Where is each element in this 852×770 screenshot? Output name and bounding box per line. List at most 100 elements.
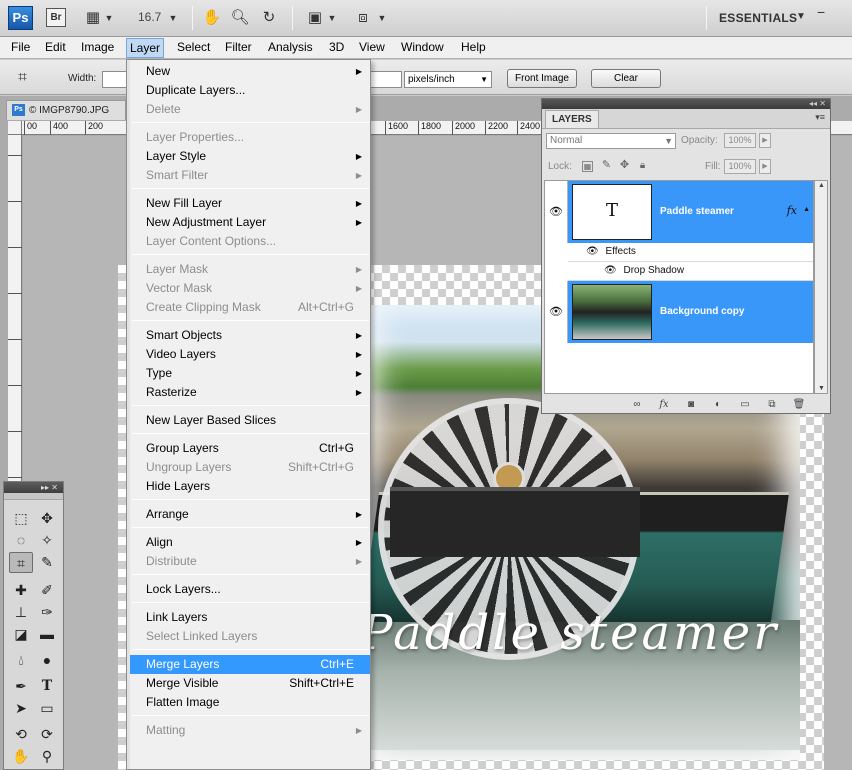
menu-view[interactable]: View: [357, 40, 387, 54]
blur-tool-icon[interactable]: 💧︎: [9, 650, 33, 671]
zoom-tool-icon[interactable]: ⚲: [35, 746, 59, 767]
bridge-button[interactable]: Br: [46, 8, 66, 27]
eraser-tool-icon[interactable]: ◪: [9, 624, 33, 645]
visibility-eye-icon[interactable]: 👁︎: [545, 281, 568, 343]
3d-orbit-icon[interactable]: ⟳: [35, 724, 59, 745]
clear-button[interactable]: Clear: [591, 69, 661, 88]
menu-item-merge-layers[interactable]: Merge Layers Ctrl+E: [130, 655, 370, 674]
delete-layer-icon[interactable]: 🗑︎: [792, 398, 806, 412]
panel-menu-icon[interactable]: ▾≡: [815, 112, 825, 123]
chevron-down-icon[interactable]: ▼: [327, 7, 337, 29]
pen-tool-icon[interactable]: ✒: [9, 676, 33, 697]
lock-pixels-icon[interactable]: ✎: [601, 160, 612, 172]
layout-icon[interactable]: ▦: [82, 7, 104, 29]
fill-slider-arrow[interactable]: ▶: [759, 159, 771, 174]
path-selection-icon[interactable]: ➤: [9, 698, 33, 719]
add-mask-icon[interactable]: ◙: [684, 398, 698, 412]
opacity-field[interactable]: 100%: [724, 133, 756, 148]
document-tab[interactable]: Ps © IMGP8790.JPG: [6, 100, 126, 120]
menu-item-hide-layers[interactable]: Hide Layers: [130, 477, 370, 496]
arrange-documents-icon[interactable]: ▣: [304, 7, 326, 29]
shape-tool-icon[interactable]: ▭: [35, 698, 59, 719]
minimize-icon[interactable]: −: [817, 4, 825, 20]
menu-item-new-fill-layer[interactable]: New Fill Layer ▶: [130, 194, 370, 213]
opacity-slider-arrow[interactable]: ▶: [759, 133, 771, 148]
menu-layer[interactable]: Layer: [126, 38, 165, 58]
menu-item-smart-objects[interactable]: Smart Objects ▶: [130, 326, 370, 345]
new-layer-icon[interactable]: ⧉: [765, 398, 779, 412]
lock-transparency-icon[interactable]: ▦: [582, 161, 593, 172]
clone-stamp-icon[interactable]: ⊥: [9, 602, 33, 623]
effects-row[interactable]: 👁︎ Effects: [568, 243, 813, 262]
eyedropper-icon[interactable]: ✎: [35, 552, 59, 573]
add-layer-style-icon[interactable]: fx: [657, 398, 671, 412]
magic-wand-icon[interactable]: ✧: [35, 530, 59, 551]
menu-item-type[interactable]: Type ▶: [130, 364, 370, 383]
history-brush-icon[interactable]: ✑: [35, 602, 59, 623]
hand-tool-icon[interactable]: ✋: [9, 746, 33, 767]
type-tool-icon[interactable]: T: [35, 676, 59, 697]
resolution-field[interactable]: [370, 71, 402, 88]
rotate-view-icon[interactable]: ↻: [258, 7, 280, 29]
menu-item-merge-visible[interactable]: Merge Visible Shift+Ctrl+E: [130, 674, 370, 693]
new-group-icon[interactable]: ▭: [738, 398, 752, 412]
menu-3d[interactable]: 3D: [327, 40, 346, 54]
chevron-down-icon[interactable]: ▼: [796, 11, 806, 22]
effects-visibility-icon[interactable]: 👁︎: [586, 246, 599, 257]
layers-scrollbar[interactable]: ▲ ▼: [814, 180, 828, 394]
3d-rotate-icon[interactable]: ⟲: [9, 724, 33, 745]
expand-effects-icon[interactable]: ▲: [803, 206, 810, 213]
drop-shadow-visibility-icon[interactable]: 👁︎: [604, 265, 617, 276]
menu-item-new[interactable]: New ▶: [130, 62, 370, 81]
tab-layers[interactable]: LAYERS: [545, 110, 599, 128]
menu-item-rasterize[interactable]: Rasterize ▶: [130, 383, 370, 402]
menu-filter[interactable]: Filter: [223, 40, 254, 54]
menu-window[interactable]: Window: [399, 40, 446, 54]
visibility-eye-icon[interactable]: 👁︎: [545, 181, 568, 243]
menu-help[interactable]: Help: [459, 40, 488, 54]
lock-all-icon[interactable]: 🔒︎: [637, 161, 648, 172]
scroll-up-icon[interactable]: ▲: [818, 182, 825, 189]
chevron-down-icon[interactable]: ▼: [104, 7, 114, 29]
lasso-tool-icon[interactable]: ◌: [9, 530, 33, 551]
menu-item-flatten-image[interactable]: Flatten Image: [130, 693, 370, 712]
menu-item-lock-layers[interactable]: Lock Layers...: [130, 580, 370, 599]
healing-brush-icon[interactable]: ✚: [9, 580, 33, 601]
gradient-tool-icon[interactable]: ▬: [35, 624, 59, 645]
menu-item-arrange[interactable]: Arrange ▶: [130, 505, 370, 524]
chevron-down-icon[interactable]: ▼: [377, 7, 387, 29]
menu-item-layer-style[interactable]: Layer Style ▶: [130, 147, 370, 166]
layer-row-paddle-steamer[interactable]: T Paddle steamer fx ▲: [568, 181, 813, 243]
fx-icon[interactable]: fx: [787, 204, 797, 217]
workspace-switcher[interactable]: ESSENTIALS: [719, 11, 797, 25]
adjustment-layer-icon[interactable]: ◐: [711, 398, 725, 412]
scroll-down-icon[interactable]: ▼: [818, 385, 825, 392]
menu-item-video-layers[interactable]: Video Layers ▶: [130, 345, 370, 364]
menu-file[interactable]: File: [9, 40, 32, 54]
drop-shadow-row[interactable]: 👁︎ Drop Shadow: [568, 262, 813, 281]
hand-icon[interactable]: ✋: [201, 7, 223, 29]
brush-tool-icon[interactable]: ✐: [35, 580, 59, 601]
menu-item-link-layers[interactable]: Link Layers: [130, 608, 370, 627]
menu-analysis[interactable]: Analysis: [266, 40, 315, 54]
menu-item-duplicate-layers[interactable]: Duplicate Layers...: [130, 81, 370, 100]
layer-row-background-copy[interactable]: Background copy: [568, 281, 813, 343]
marquee-tool-icon[interactable]: ⬚: [9, 508, 33, 529]
lock-position-icon[interactable]: ✥: [619, 160, 630, 172]
tools-grip[interactable]: [4, 493, 63, 500]
crop-tool-icon[interactable]: ⌗: [18, 69, 27, 87]
menu-item-align[interactable]: Align ▶: [130, 533, 370, 552]
zoom-icon[interactable]: 🔍︎: [229, 7, 251, 29]
crop-tool-icon[interactable]: ⌗: [9, 552, 33, 573]
layer-name[interactable]: Paddle steamer: [660, 206, 734, 217]
zoom-level[interactable]: 16.7: [138, 10, 161, 24]
menu-image[interactable]: Image: [79, 40, 116, 54]
screen-mode-icon[interactable]: ⧈: [352, 7, 374, 29]
layer-name[interactable]: Background copy: [660, 306, 744, 317]
menu-item-new-layer-based-slices[interactable]: New Layer Based Slices: [130, 411, 370, 430]
menu-edit[interactable]: Edit: [43, 40, 68, 54]
move-tool-icon[interactable]: ✥: [35, 508, 59, 529]
tools-collapse[interactable]: ▸▸ ✕: [4, 482, 63, 493]
dodge-tool-icon[interactable]: ●: [35, 650, 59, 671]
front-image-button[interactable]: Front Image: [507, 69, 577, 88]
